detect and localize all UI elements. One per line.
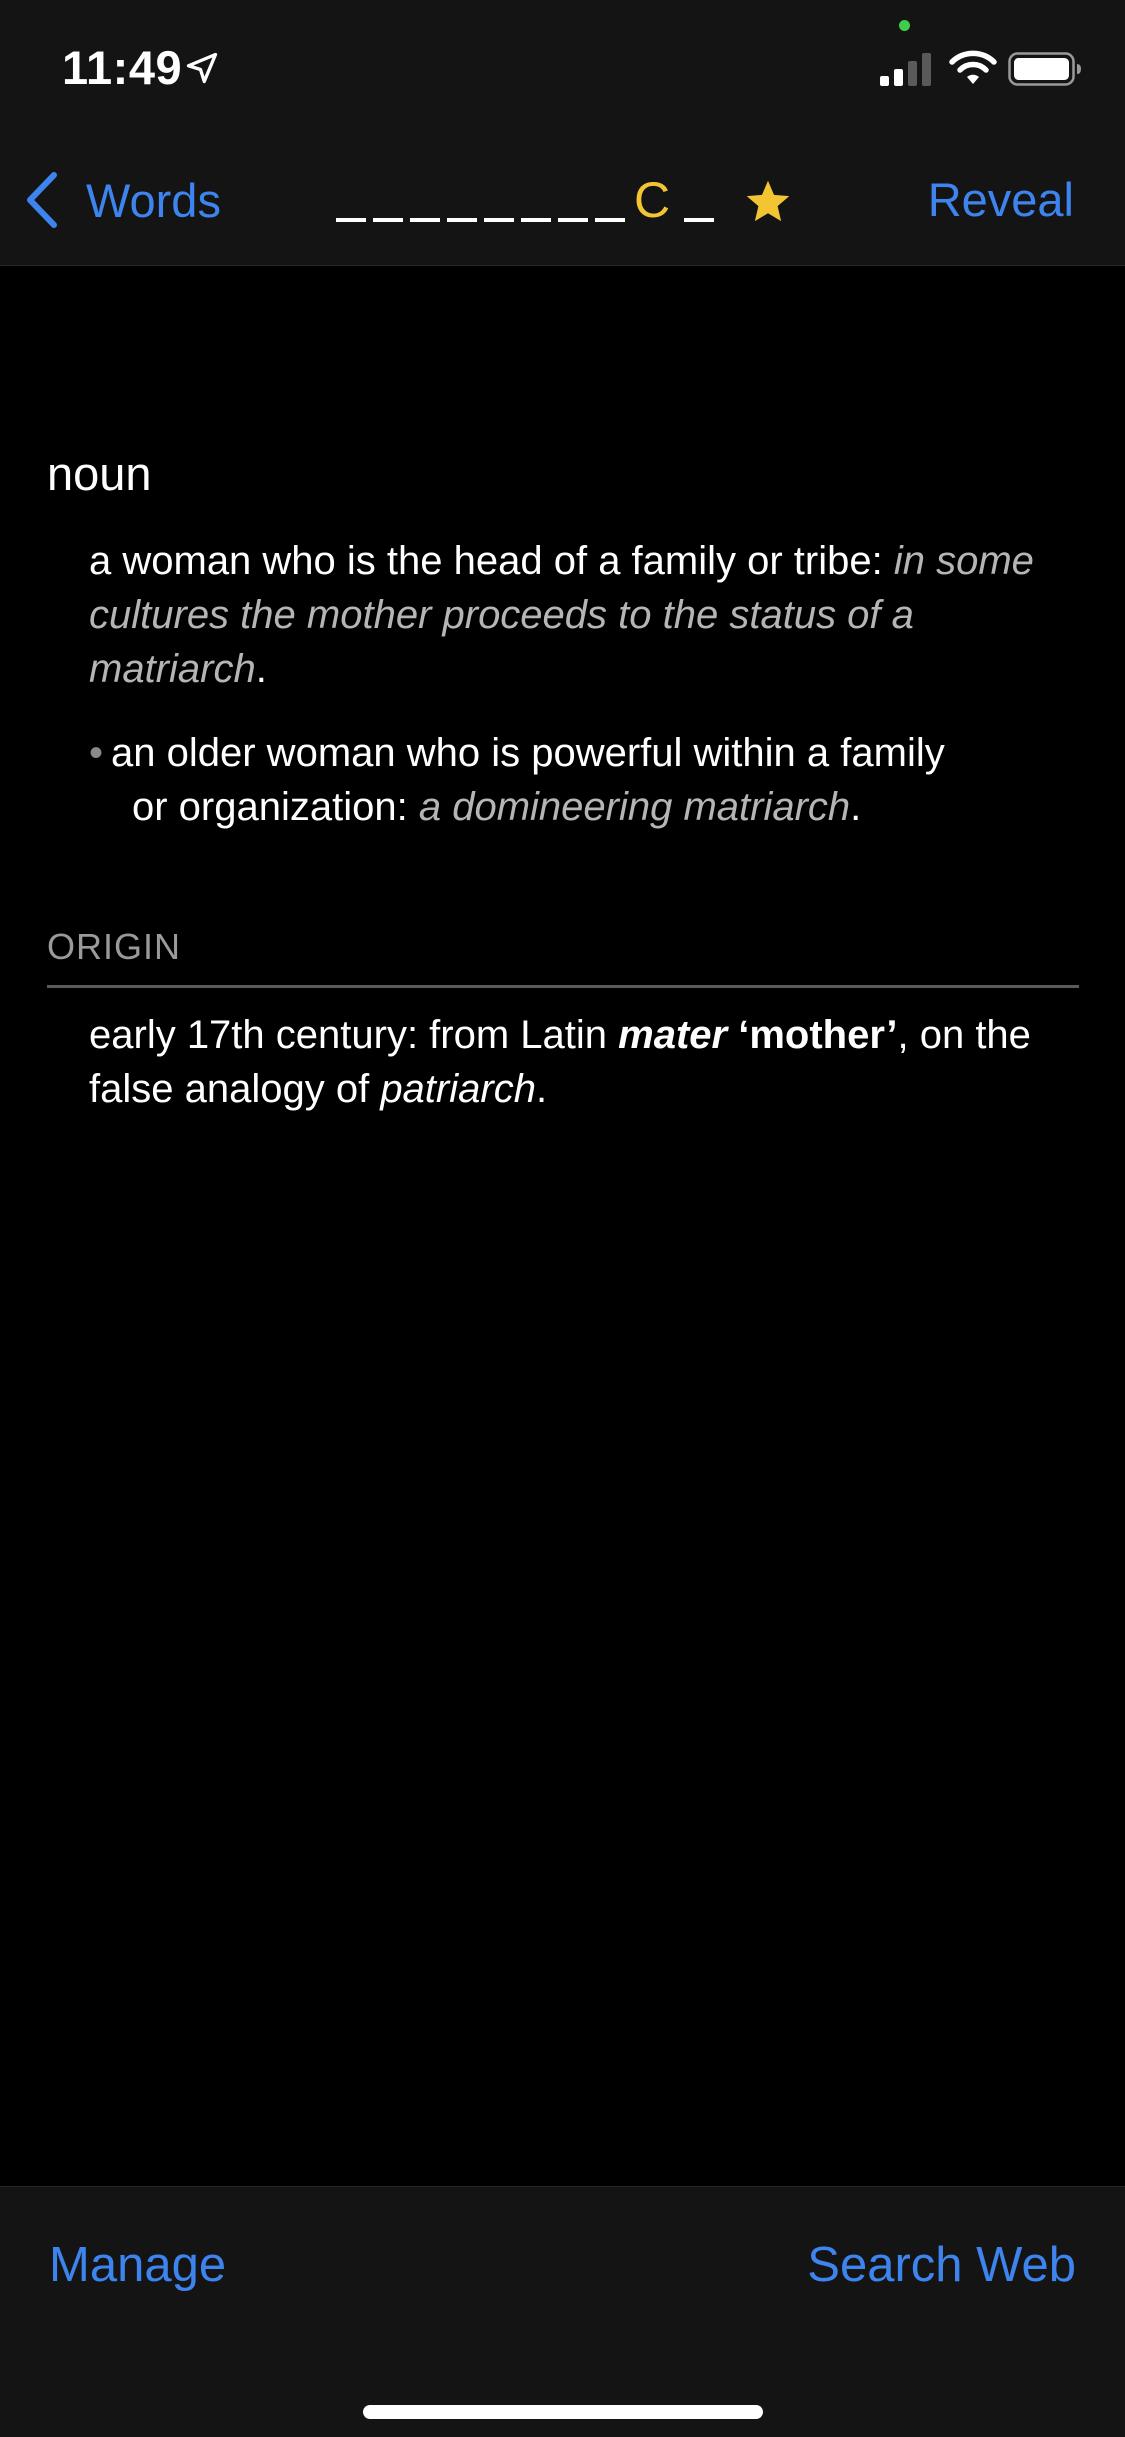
definition-end: .	[255, 647, 267, 691]
privacy-indicator-dot	[899, 20, 910, 31]
chevron-left-icon	[27, 172, 57, 228]
cellular-signal-icon	[880, 53, 931, 86]
revealed-letter: C	[634, 172, 671, 228]
origin-text: early 17th century: from Latin mater ‘mo…	[89, 1008, 1079, 1116]
letter-blank	[595, 218, 625, 222]
definition-item: • an older woman who is powerful within a…	[89, 726, 1069, 834]
bullet-icon: •	[89, 731, 104, 775]
definition-content: noun a woman who is the head of a family…	[0, 266, 1125, 2186]
definition-item: a woman who is the head of a family or t…	[89, 534, 1069, 696]
origin-analogy-word: patriarch	[380, 1067, 536, 1111]
location-arrow-icon	[186, 52, 218, 84]
home-indicator[interactable]	[363, 2405, 763, 2419]
definition-text: or organization:	[132, 785, 419, 829]
letter-blank	[336, 218, 366, 222]
back-button[interactable]: Words	[24, 170, 221, 230]
word-puzzle-title: C	[336, 170, 793, 230]
definition-text: an older woman who is powerful within a …	[111, 731, 945, 775]
status-time: 11:49	[62, 41, 183, 94]
bottom-toolbar: Manage Search Web	[0, 2186, 1125, 2437]
navigation-bar: Words C Reveal	[0, 130, 1125, 266]
origin-end: .	[535, 1067, 548, 1111]
origin-gloss: ‘mother’	[727, 1013, 898, 1057]
letter-blank	[447, 218, 477, 222]
letter-blank	[410, 218, 440, 222]
part-of-speech: noun	[47, 447, 152, 500]
letter-blank	[373, 218, 403, 222]
status-bar: 11:49	[0, 0, 1125, 130]
search-web-button[interactable]: Search Web	[807, 2237, 1076, 2293]
battery-icon	[1008, 52, 1081, 86]
origin-part: early 17th century: from Latin	[89, 1013, 619, 1057]
wifi-icon	[949, 50, 997, 84]
letter-blank	[684, 218, 715, 222]
reveal-button[interactable]: Reveal	[928, 170, 1074, 230]
definition-text-continued: or organization: a domineering matriarch…	[89, 780, 1069, 834]
origin-latin-word: mater	[618, 1013, 728, 1057]
origin-divider	[47, 985, 1079, 988]
letter-blank	[558, 218, 588, 222]
definition-end: .	[850, 785, 862, 829]
definition-example: a domineering matriarch	[418, 785, 851, 829]
back-button-label: Words	[86, 173, 221, 227]
manage-button[interactable]: Manage	[49, 2237, 226, 2293]
star-icon[interactable]	[743, 177, 793, 227]
letter-blank	[521, 218, 551, 222]
letter-blank	[484, 218, 514, 222]
origin-header: ORIGIN	[47, 926, 182, 967]
definition-text: a woman who is the head of a family or t…	[89, 539, 894, 583]
